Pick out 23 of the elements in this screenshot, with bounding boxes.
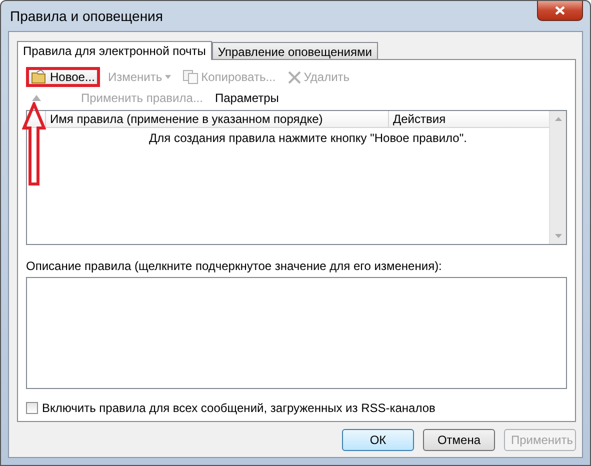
move-up-icon[interactable]: [32, 95, 41, 101]
close-button[interactable]: [537, 1, 583, 21]
window-title: Правила и оповещения: [9, 8, 163, 24]
toolbar-button[interactable]: Новое...: [26, 67, 100, 87]
scroll-down-icon[interactable]: [554, 234, 562, 238]
delete-icon: [288, 70, 301, 84]
dialog-button[interactable]: Отмена: [423, 429, 495, 451]
scrollbar[interactable]: [549, 111, 566, 244]
column-header[interactable]: Имя правила (применение в указанном порядке): [45, 111, 388, 127]
caret-icon: [165, 75, 172, 79]
copy-icon: [183, 70, 198, 84]
checkbox[interactable]: [26, 402, 38, 414]
checkbox-label[interactable]: Включить правила для всех сообщений, загруженных из RSS-каналов: [42, 401, 436, 415]
column-header[interactable]: Действия: [388, 111, 543, 127]
empty-message: Для создания правила нажмите кнопку "Новое правило".: [148, 130, 468, 145]
folder-icon: [31, 70, 47, 84]
scroll-up-icon[interactable]: [554, 117, 562, 121]
tab[interactable]: Управление оповещениями: [212, 42, 378, 59]
tab[interactable]: Правила для электронной почты: [17, 41, 212, 60]
dialog-button[interactable]: ОК: [342, 429, 414, 451]
toolbar-link[interactable]: Параметры: [214, 91, 279, 105]
close-icon: [555, 6, 565, 15]
description-label: Описание правила (щелкните подчеркнутое значение для его изменения):: [26, 259, 443, 273]
